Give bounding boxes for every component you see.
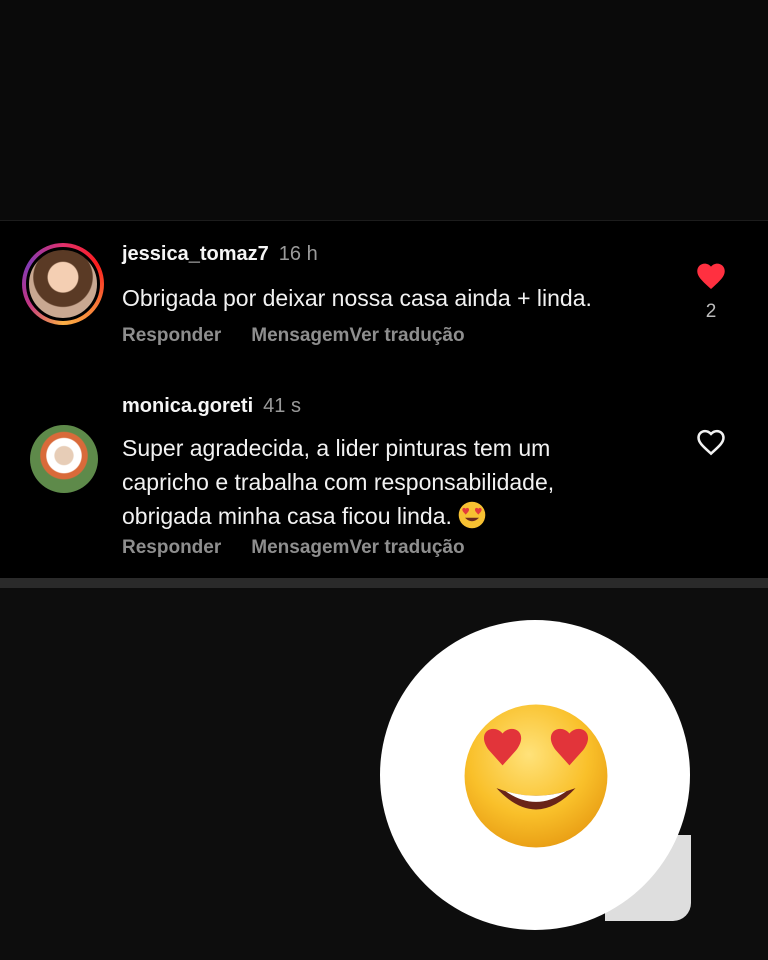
comment-username[interactable]: jessica_tomaz7 <box>122 243 269 265</box>
like-count: 2 <box>705 301 717 322</box>
comment-header: monica.goreti 41 s <box>122 395 301 418</box>
comment-timestamp: 16 h <box>278 243 318 265</box>
comment-header: jessica_tomaz7 16 h <box>122 243 318 266</box>
message-translate-link[interactable]: MensagemVer tradução <box>251 325 464 346</box>
panel-divider <box>0 578 768 588</box>
top-dark-area <box>0 0 768 220</box>
comment-timestamp: 41 s <box>263 395 301 417</box>
avatar[interactable] <box>22 243 104 325</box>
message-translate-link[interactable]: MensagemVer tradução <box>251 537 464 558</box>
avatar[interactable] <box>30 425 98 493</box>
comment-text: Super agradecida, a lider pinturas tem u… <box>122 431 642 533</box>
heart-outline-icon[interactable] <box>694 425 728 459</box>
comment-actions: Responder MensagemVer tradução <box>122 325 465 347</box>
emoji-sticker <box>380 620 700 930</box>
reply-button[interactable]: Responder <box>122 325 221 346</box>
comment-text-content: Super agradecida, a lider pinturas tem u… <box>122 435 555 529</box>
heart-eyes-emoji-icon <box>464 704 608 848</box>
heart-eyes-emoji-icon <box>458 501 486 529</box>
comments-panel: jessica_tomaz7 16 h Obrigada por deixar n… <box>0 220 768 581</box>
reply-button[interactable]: Responder <box>122 537 221 558</box>
screenshot-page: jessica_tomaz7 16 h Obrigada por deixar n… <box>0 0 768 960</box>
heart-filled-icon[interactable] <box>694 259 728 293</box>
avatar-image <box>26 247 100 321</box>
comment-actions: Responder MensagemVer tradução <box>122 537 465 559</box>
comment-username[interactable]: monica.goreti <box>122 395 253 417</box>
comment-text: Obrigada por deixar nossa casa ainda + l… <box>122 285 592 311</box>
